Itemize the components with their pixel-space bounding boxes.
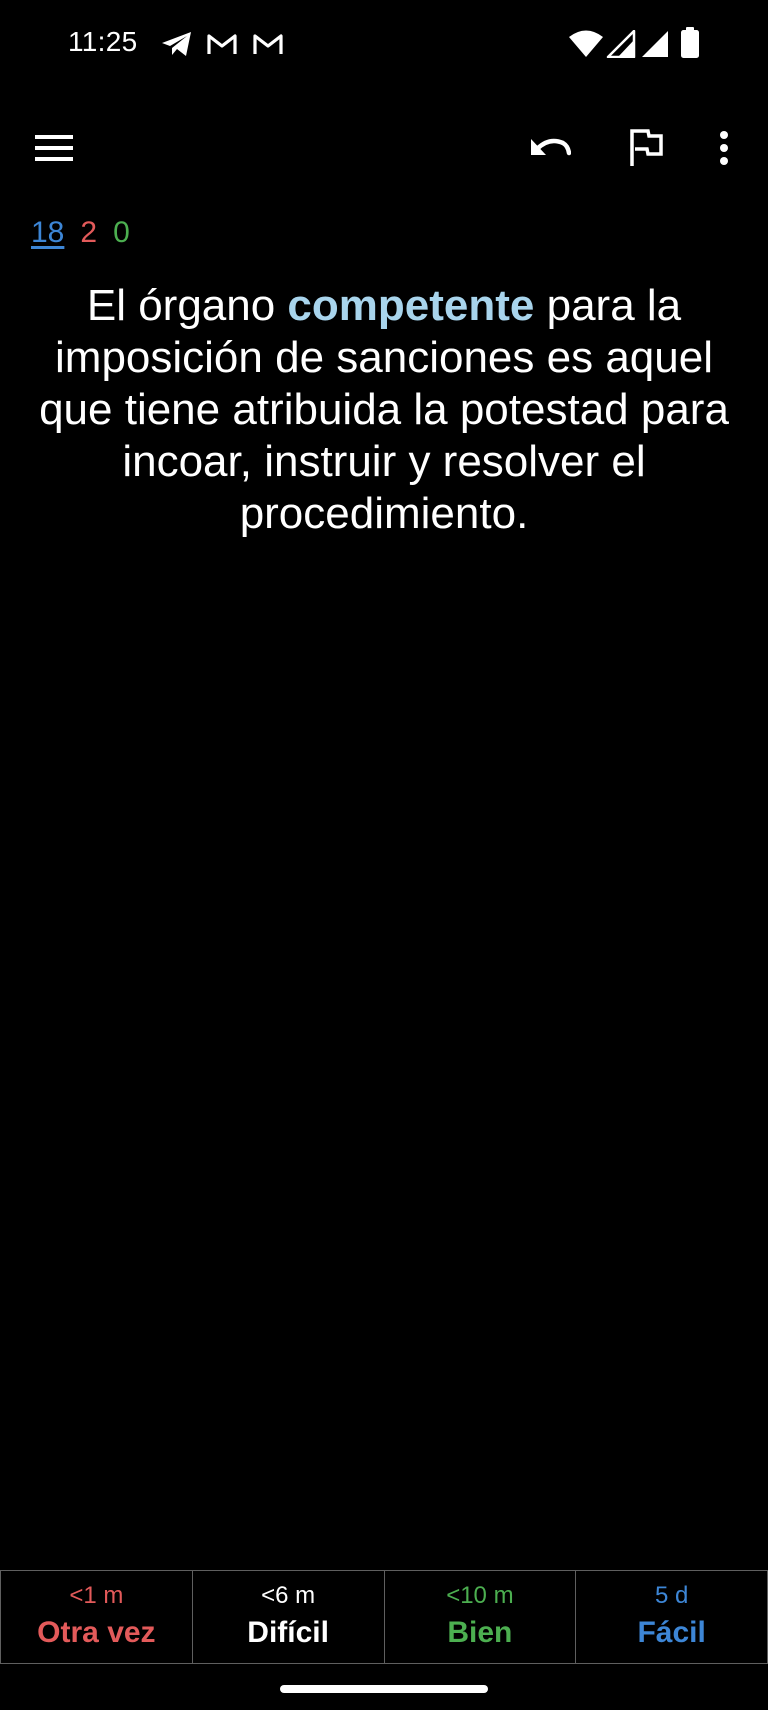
more-vert-icon [720, 131, 728, 165]
easy-button[interactable]: 5 d Fácil [575, 1571, 768, 1663]
easy-interval: 5 d [654, 1582, 689, 1609]
hard-label: Difícil [247, 1616, 329, 1649]
flag-button[interactable] [614, 116, 678, 180]
flag-icon [630, 129, 663, 166]
gmail-icon [253, 34, 283, 54]
signal-icon [606, 30, 636, 58]
again-button[interactable]: <1 m Otra vez [0, 1571, 192, 1663]
undo-button[interactable] [518, 116, 582, 180]
gesture-nav-handle[interactable] [280, 1685, 488, 1693]
good-label: Bien [447, 1616, 513, 1649]
review-count: 0 [113, 216, 130, 249]
status-bar: 11:25 [0, 0, 768, 88]
menu-button[interactable] [22, 116, 86, 180]
card-text-before: El órgano [86, 281, 288, 330]
wifi-icon [569, 30, 603, 57]
good-button[interactable]: <10 m Bien [383, 1571, 576, 1663]
learning-count: 2 [80, 216, 98, 249]
good-interval: <10 m [446, 1582, 514, 1609]
card-question: El órgano competente para la imposición … [24, 280, 744, 540]
toolbar [0, 100, 768, 196]
new-count: 18 [31, 216, 65, 249]
undo-icon [531, 138, 571, 156]
status-clock: 11:25 [68, 26, 138, 57]
hamburger-menu-icon [35, 135, 73, 161]
again-label: Otra vez [37, 1616, 156, 1649]
answer-button-bar: <1 m Otra vez <6 m Difícil <10 m Bien 5 … [0, 1570, 768, 1664]
card-counts: 18 2 0 [31, 216, 130, 250]
overflow-menu-button[interactable] [692, 116, 756, 180]
battery-icon [681, 27, 699, 58]
card-highlight: competente [287, 281, 535, 330]
hard-button[interactable]: <6 m Difícil [191, 1571, 384, 1663]
easy-label: Fácil [637, 1616, 706, 1649]
hard-interval: <6 m [261, 1582, 316, 1609]
gmail-icon [207, 34, 237, 54]
telegram-icon [162, 32, 191, 56]
again-interval: <1 m [69, 1582, 124, 1609]
signal-icon [642, 31, 668, 57]
